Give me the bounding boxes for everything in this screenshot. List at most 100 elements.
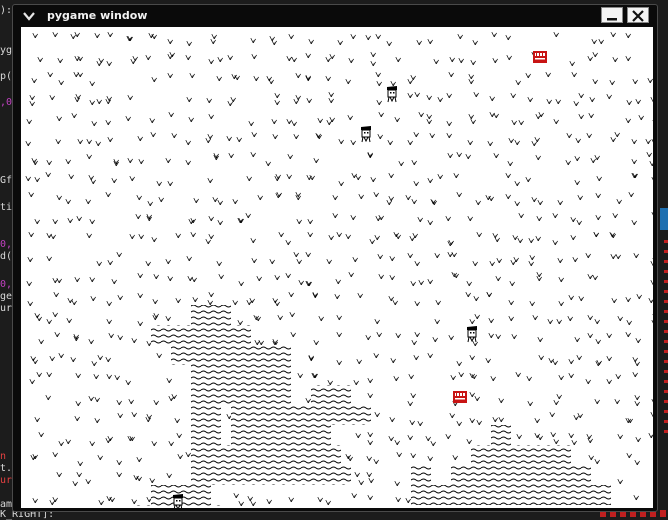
grass-tuft — [649, 298, 653, 303]
grass-tuft — [390, 275, 395, 280]
grass-tuft — [137, 457, 142, 462]
grass-tuft — [349, 58, 354, 63]
grass-tuft — [152, 77, 157, 82]
chevron-down-icon[interactable] — [23, 11, 35, 21]
grass-tuft — [50, 95, 55, 100]
grass-tuft — [490, 112, 495, 117]
grass-tuft — [75, 32, 80, 37]
grass-tuft — [447, 121, 452, 126]
grass-tuft — [477, 420, 482, 425]
grass-tuft — [414, 181, 419, 186]
grass-tuft — [506, 35, 511, 40]
game-canvas[interactable] — [21, 27, 653, 508]
grass-tuft — [547, 99, 552, 104]
minimize-button[interactable] — [601, 7, 623, 23]
water-tile — [171, 345, 271, 365]
grass-tuft — [75, 277, 80, 282]
grass-tuft — [233, 199, 238, 204]
grass-tuft — [554, 439, 559, 444]
grass-tuft — [428, 279, 433, 284]
grass-tuft — [59, 353, 64, 358]
grass-tuft — [538, 337, 543, 342]
grass-tuft — [78, 72, 83, 77]
grass-tuft — [159, 197, 164, 202]
grass-tuft — [333, 195, 338, 200]
grass-tuft — [94, 374, 99, 379]
grass-tuft — [314, 340, 319, 345]
grass-tuft — [227, 136, 232, 141]
grass-tuft — [355, 472, 360, 477]
water-tile — [191, 405, 221, 425]
grass-tuft — [326, 76, 331, 81]
grass-tuft — [428, 220, 433, 225]
grass-tuft — [249, 121, 254, 126]
water-tile — [211, 465, 351, 485]
grass-tuft — [435, 319, 440, 324]
grass-tuft — [152, 441, 157, 446]
grass-tuft — [31, 455, 36, 460]
grass-tuft — [139, 159, 144, 164]
grass-tuft — [296, 95, 301, 100]
grass-tuft — [267, 499, 272, 504]
grass-tuft — [378, 134, 383, 139]
grass-tuft — [172, 133, 177, 138]
grass-tuft — [536, 236, 541, 241]
grass-tuft — [95, 418, 100, 423]
grass-tuft — [87, 139, 92, 144]
grass-tuft — [248, 496, 253, 501]
water-tile — [411, 485, 611, 505]
grass-tuft — [351, 34, 356, 39]
grass-tuft — [276, 174, 281, 179]
grass-tuft — [469, 79, 474, 84]
grass-tuft — [516, 372, 521, 377]
grass-tuft — [506, 194, 511, 199]
grass-tuft — [490, 261, 495, 266]
grass-tuft — [327, 120, 332, 125]
grass-tuft — [76, 94, 81, 99]
grass-tuft — [239, 281, 244, 286]
grass-tuft — [166, 158, 171, 163]
grass-tuft — [175, 418, 180, 423]
grass-tuft — [595, 459, 600, 464]
grass-tuft — [157, 353, 162, 358]
grass-tuft — [91, 296, 96, 301]
grass-tuft — [411, 453, 416, 458]
grass-tuft — [588, 438, 593, 443]
water-tile — [471, 445, 571, 465]
grass-tuft — [489, 333, 494, 338]
window-titlebar[interactable]: pygame window — [13, 5, 657, 27]
grass-tuft — [411, 393, 416, 398]
grass-tuft — [193, 297, 198, 302]
grass-tuft — [497, 258, 502, 263]
grass-tuft — [212, 34, 217, 39]
grass-tuft — [576, 138, 581, 143]
grass-tuft — [374, 459, 379, 464]
grass-tuft — [512, 120, 517, 125]
grass-tuft — [639, 115, 644, 120]
water-tile — [151, 325, 251, 345]
water-tile — [271, 345, 291, 365]
grass-tuft — [59, 80, 64, 85]
grass-tuft — [538, 435, 543, 440]
grass-tuft — [314, 158, 319, 163]
grass-tuft — [359, 480, 364, 485]
terminal-highlight — [660, 208, 668, 230]
grass-tuft — [29, 232, 34, 237]
grass-tuft — [108, 260, 113, 265]
grass-tuft — [389, 436, 394, 441]
grass-tuft — [536, 155, 541, 160]
grass-tuft — [108, 436, 113, 441]
grass-tuft — [393, 300, 398, 305]
grass-tuft — [54, 292, 59, 297]
grass-tuft — [58, 58, 63, 63]
close-button[interactable] — [627, 7, 649, 23]
grass-tuft — [335, 294, 340, 299]
grass-tuft — [187, 97, 192, 102]
grass-tuft — [388, 140, 393, 145]
grass-tuft — [337, 315, 342, 320]
grass-tuft — [396, 497, 401, 502]
grass-tuft — [47, 233, 52, 238]
grass-tuft — [435, 253, 440, 258]
grass-tuft — [37, 372, 42, 377]
grass-tuft — [532, 141, 537, 146]
